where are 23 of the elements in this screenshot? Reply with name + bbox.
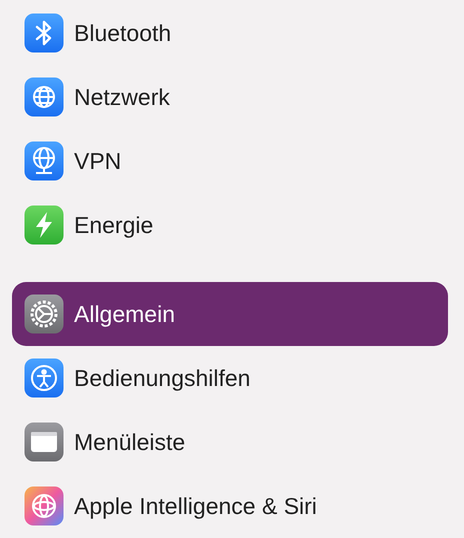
globe-icon (24, 77, 64, 117)
sidebar-item[interactable]: Allgemein (12, 282, 448, 346)
gear-icon (24, 294, 64, 334)
item-label: Bedienungshilfen (74, 364, 250, 392)
item-label: VPN (74, 148, 122, 174)
lightning-icon (24, 205, 64, 245)
network-globe-icon (24, 141, 64, 181)
item-label: Allgemein (74, 300, 175, 328)
sidebar-item[interactable]: Apple Intelligence & Siri (12, 474, 448, 538)
sidebar-item[interactable]: VPN (12, 129, 448, 193)
accessibility-icon (24, 358, 64, 398)
item-label: Energie (74, 212, 154, 238)
window-icon (24, 422, 64, 462)
sidebar-item[interactable]: Energie (12, 193, 448, 257)
item-label: Menüleiste (74, 428, 186, 456)
sidebar-item[interactable]: Bluetooth (12, 1, 448, 65)
item-label: Bluetooth (74, 20, 172, 46)
sidebar-item[interactable]: Netzwerk (12, 65, 448, 129)
item-label: Netzwerk (74, 84, 170, 110)
item-label: Apple Intelligence & Siri (74, 492, 317, 520)
bluetooth-icon (24, 13, 64, 53)
sidebar-item[interactable]: Bedienungshilfen (12, 346, 448, 410)
sidebar-item[interactable]: Menüleiste (12, 410, 448, 474)
